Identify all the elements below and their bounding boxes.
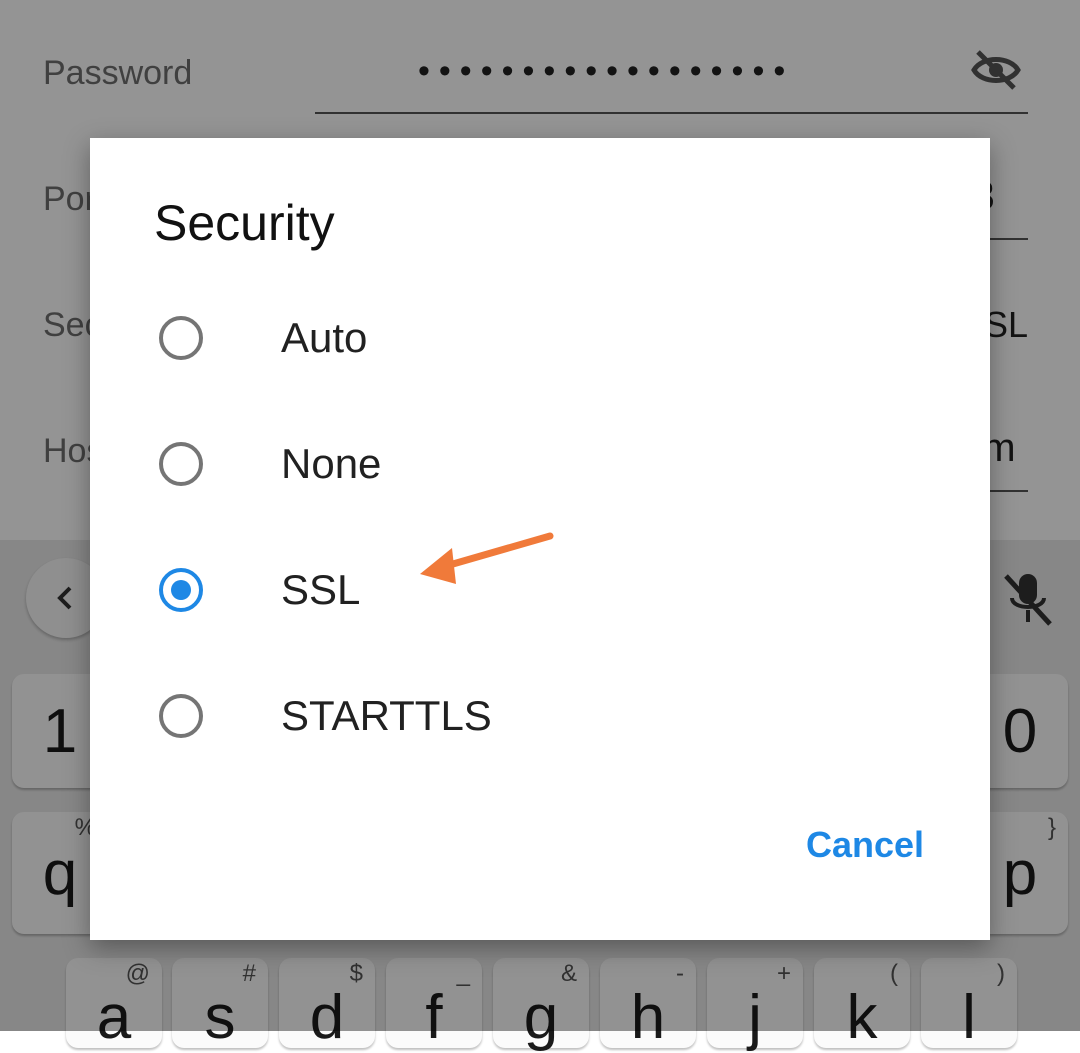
option-ssl[interactable]: SSL (90, 530, 990, 656)
radio-button[interactable] (159, 442, 203, 486)
option-label: None (281, 440, 382, 487)
option-label: STARTTLS (281, 692, 492, 739)
radio-button[interactable] (159, 694, 203, 738)
option-label: SSL (281, 566, 361, 613)
security-dialog: Security Auto None SSL STARTTLS Cancel (90, 138, 990, 940)
radio-button[interactable] (159, 316, 203, 360)
option-none[interactable]: None (90, 404, 990, 530)
dialog-title: Security (154, 195, 335, 251)
radio-button-checked[interactable] (159, 568, 203, 612)
cancel-button[interactable]: Cancel (796, 820, 934, 870)
option-label: Auto (281, 314, 368, 361)
option-auto[interactable]: Auto (90, 278, 990, 404)
option-starttls[interactable]: STARTTLS (90, 656, 990, 782)
